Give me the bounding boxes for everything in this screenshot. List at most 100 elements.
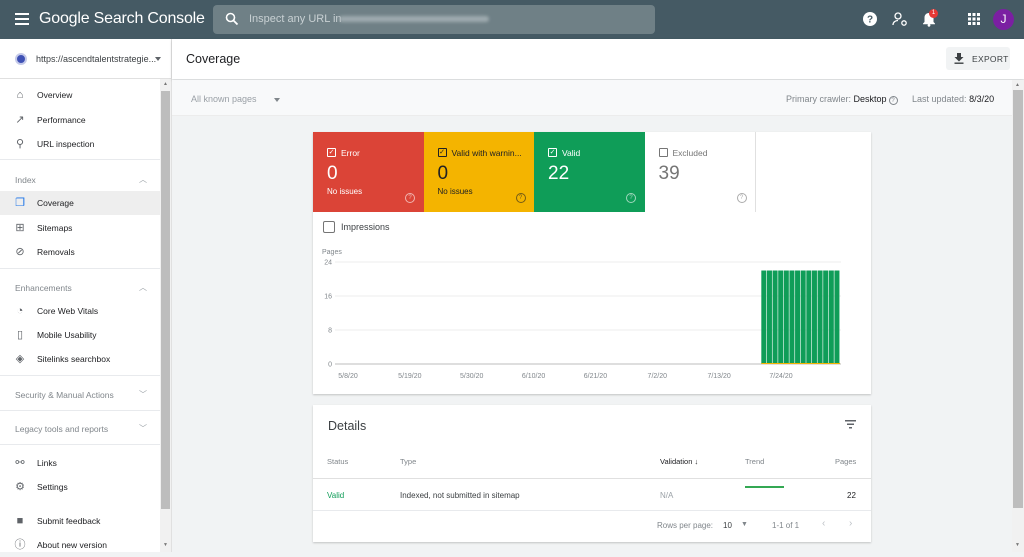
divider [0,159,160,160]
sidebar-item-coverage[interactable]: ❐ Coverage [0,191,160,215]
sidebar-item-label: Settings [37,482,68,492]
column-header-pages[interactable]: Pages [835,457,856,466]
row-pages: 22 [847,491,856,500]
export-button[interactable]: EXPORT [946,47,1010,70]
sidebar-scrollbar[interactable]: ▲ ▼ [160,79,171,552]
scroll-down-icon[interactable]: ▼ [163,542,168,548]
x-tick-label: 6/10/20 [522,373,545,380]
tile-valid-with-warnings[interactable]: ✓ Valid with warnin... 0 No issues? [423,132,535,212]
column-header-label: Validation [660,457,693,466]
tile-label: Valid with warnin... [451,148,522,158]
menu-icon[interactable] [15,13,29,25]
chart-bar [789,270,795,364]
checkbox-checked-icon[interactable]: ✓ [327,148,336,157]
sitemap-icon: ⊞ [15,222,25,234]
next-page-icon[interactable]: › [849,518,852,529]
info-icon: ⓘ [14,539,26,551]
chart-bar [823,270,829,364]
help-icon[interactable]: ? [626,193,636,203]
help-icon[interactable]: ? [405,193,415,203]
sidebar-item-label: Performance [37,115,86,125]
url-inspect-search[interactable]: Inspect any URL in [213,5,655,34]
column-header-status[interactable]: Status [327,457,348,466]
x-tick-label: 7/2/20 [648,373,668,380]
column-header-validation[interactable]: Validation ↓ [660,457,698,466]
sidebar-scrollbar-thumb[interactable] [161,91,170,509]
table-row[interactable]: Valid Indexed, not submitted in sitemap … [313,479,871,511]
chevron-up-icon: ︿ [139,175,147,184]
row-trend-sparkline [745,486,784,488]
section-label: Legacy tools and reports [15,424,109,434]
help-icon[interactable]: ? [888,96,898,105]
scroll-up-icon[interactable]: ▲ [163,81,168,87]
chart-bar [806,270,812,364]
help-icon[interactable]: ? [736,193,747,203]
property-selector[interactable]: https://ascendtalentstrategie... [0,39,172,79]
property-url: https://ascendtalentstrategie... [36,54,157,64]
divider [0,268,160,269]
sidebar-item-performance[interactable]: ↗ Performance [0,108,160,132]
tile-error[interactable]: ✓ Error 0 No issues? [313,132,424,212]
chevron-down-icon[interactable] [274,98,280,102]
rows-per-page-select[interactable]: 10 [723,521,732,530]
filter-icon[interactable] [845,420,856,429]
sidebar-item-sitelinks-searchbox[interactable]: ◈ Sitelinks searchbox [0,347,160,371]
tile-subtitle: No issues [437,187,473,196]
section-security-toggle[interactable]: Security & Manual Actions ﹀ [0,382,160,406]
main-scrollbar-thumb[interactable] [1013,90,1023,508]
product-logo[interactable]: Google Search Console [39,10,205,28]
section-legacy-toggle[interactable]: Legacy tools and reports ﹀ [0,416,160,440]
section-label: Enhancements [15,283,72,293]
sidebar-item-about-new-version[interactable]: ⓘ About new version [0,533,160,557]
sort-down-icon: ↓ [694,457,699,466]
checkbox-unchecked-icon[interactable] [658,148,668,157]
sidebar-item-label: Links [37,458,57,468]
redacted-property-url [339,16,489,22]
scroll-up-icon[interactable]: ▲ [1015,82,1020,88]
tile-label: Valid [562,148,581,158]
sidebar-item-links[interactable]: ⚯ Links [0,451,160,475]
coverage-icon: ❐ [15,197,25,209]
row-validation: N/A [660,491,674,500]
x-tick-label: 5/19/20 [398,373,421,380]
tile-subtitle: No issues [327,187,363,196]
checkbox-checked-icon[interactable]: ✓ [548,148,557,157]
sidebar-item-settings[interactable]: ⚙ Settings [0,475,160,499]
filter-bar: All known pages Primary crawler: Desktop… [172,80,1012,116]
column-header-type[interactable]: Type [400,457,416,466]
manage-users-icon[interactable] [892,11,908,27]
chart-bar [772,270,778,364]
sidebar-item-sitemaps[interactable]: ⊞ Sitemaps [0,216,160,240]
sidebar-item-label: URL inspection [37,139,95,149]
sidebar-item-core-web-vitals[interactable]: ◔ Core Web Vitals [0,299,160,323]
scroll-down-icon[interactable]: ▼ [1015,542,1020,548]
tile-valid[interactable]: ✓ Valid 22? [534,132,645,212]
section-label: Security & Manual Actions [15,390,114,400]
chevron-down-icon[interactable]: ▼ [741,521,748,528]
sidebar-item-mobile-usability[interactable]: ▯ Mobile Usability [0,323,160,347]
apps-grid-icon[interactable] [966,11,982,27]
page-header: Coverage EXPORT [172,39,1024,79]
sidebar-item-overview[interactable]: ⌂ Overview [0,83,160,107]
section-index-toggle[interactable]: Index ︿ [0,167,160,191]
impressions-checkbox[interactable] [323,221,335,233]
x-tick-label: 5/30/20 [460,373,483,380]
tile-value: 22 [548,163,570,184]
chart-bar [766,270,772,364]
sidebar-item-submit-feedback[interactable]: ■ Submit feedback [0,509,160,533]
coverage-summary-card: ✓ Error 0 No issues? ✓ Valid with warnin... 0 N… [313,132,871,394]
help-icon[interactable]: ? [515,193,526,203]
chevron-down-icon [155,57,161,61]
sidebar-item-removals[interactable]: ⊘ Removals [0,240,160,264]
main-scrollbar[interactable]: ▲ ▼ [1012,80,1024,552]
section-enhancements-toggle[interactable]: Enhancements ︿ [0,275,160,299]
pages-filter-select[interactable]: All known pages [191,94,257,104]
checkbox-checked-icon[interactable]: ✓ [437,148,447,157]
column-header-trend[interactable]: Trend [745,457,764,466]
sidebar-item-url-inspection[interactable]: ⚲ URL inspection [0,132,160,156]
help-icon[interactable]: ? [862,11,878,27]
account-avatar[interactable]: J [993,9,1014,30]
logo-google: Google [39,10,90,27]
tile-excluded[interactable]: Excluded 39? [644,132,756,212]
prev-page-icon[interactable]: ‹ [822,518,825,529]
